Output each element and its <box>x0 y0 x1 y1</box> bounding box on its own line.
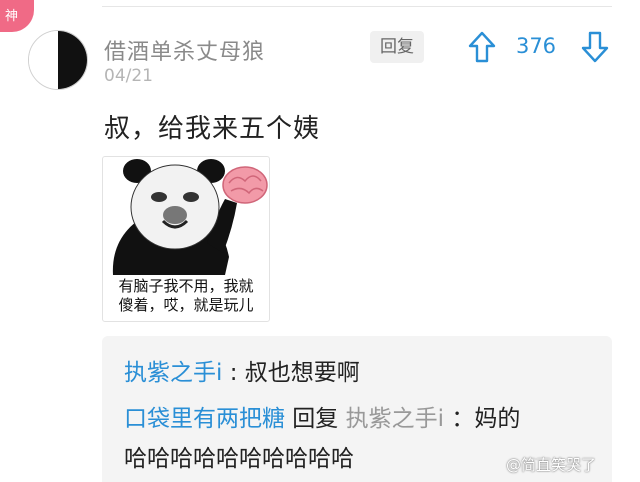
reply-item[interactable]: 执紫之手i : 叔也想要啊 <box>124 358 360 388</box>
reply-username[interactable]: 执紫之手i <box>124 360 222 386</box>
reply-to-username[interactable]: 执紫之手i <box>346 406 444 432</box>
divider <box>102 6 612 7</box>
comment-text: 叔，给我来五个姨 <box>104 114 321 144</box>
reply-text: 妈的 <box>474 406 521 432</box>
reply-text: 叔也想要啊 <box>244 360 360 386</box>
vote-count: 376 <box>515 34 557 58</box>
watermark: @简直笑哭了 <box>506 456 597 474</box>
meme-caption: 有脑子我不用，我就 傻着，哎，就是玩儿 <box>103 277 269 315</box>
meme-caption-line1: 有脑子我不用，我就 <box>118 277 254 295</box>
meme-image[interactable]: 有脑子我不用，我就 傻着，哎，就是玩儿 <box>102 156 270 322</box>
hot-badge-label: 神 <box>5 9 19 24</box>
reply-button[interactable]: 回复 <box>370 31 424 63</box>
meme-caption-line2: 傻着，哎，就是玩儿 <box>118 296 254 314</box>
hot-comment-badge: 神 <box>0 0 34 32</box>
reply-word: 回复 <box>285 406 346 432</box>
upvote-arrow-icon[interactable] <box>467 30 497 64</box>
comment-username[interactable]: 借酒单杀丈母狼 <box>104 34 265 66</box>
reply-text-continued: 哈哈哈哈哈哈哈哈哈哈 <box>124 446 354 472</box>
reply-separator: : <box>222 360 245 386</box>
comment-date: 04/21 <box>104 66 153 86</box>
avatar[interactable] <box>28 30 88 90</box>
downvote-arrow-icon[interactable] <box>580 30 610 64</box>
reply-item[interactable]: 口袋里有两把糖 回复 执紫之手i ：妈的 <box>124 404 520 434</box>
reply-separator: ： <box>444 406 475 432</box>
reply-username[interactable]: 口袋里有两把糖 <box>124 406 285 432</box>
